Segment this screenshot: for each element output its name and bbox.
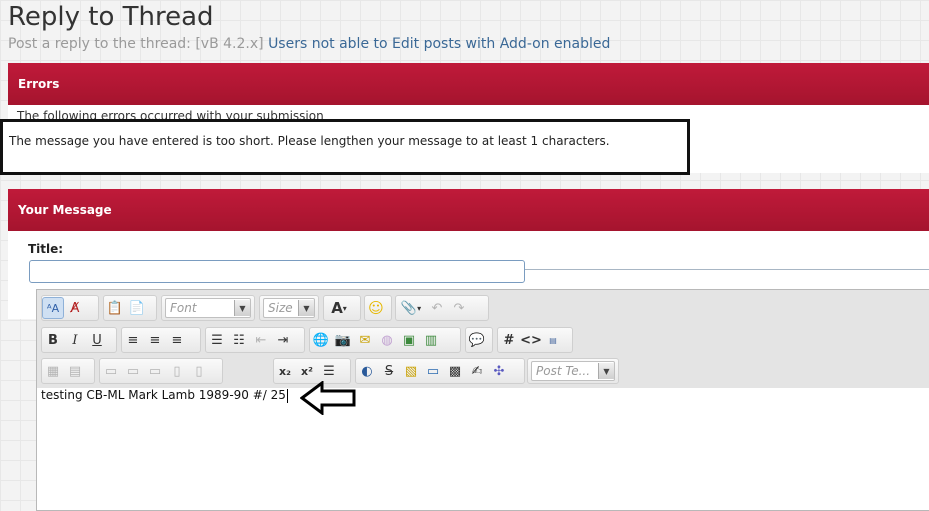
subtitle-prefix: Post a reply to the thread: [vB 4.2.x] xyxy=(8,36,264,52)
toolbar-attach-group: 📎 ▾ ↶ ↷ xyxy=(395,295,489,321)
toolbar-align-group: ≡ ≡ ≡ xyxy=(121,327,201,353)
spoiler-icon[interactable]: ◐ xyxy=(356,360,378,382)
toolbar-table-row-group: ▭ ▭ ▭ ▯ ▯ xyxy=(99,358,223,384)
wysiwyg-mode-icon[interactable]: ᴬA xyxy=(42,297,64,319)
paste-text-icon[interactable]: 📋 xyxy=(104,297,126,319)
message-editor: ᴬA A̸ 📋 📄 Font ▼ Size ▼ A ▾ ☺ 📎 ▾ ↶ ↷ B … xyxy=(36,289,929,511)
tag-icon[interactable]: ✣ xyxy=(488,360,510,382)
post-template-select[interactable]: Post Te... ▼ xyxy=(531,361,615,381)
font-select[interactable]: Font ▼ xyxy=(165,298,251,318)
smiley-icon[interactable]: ☺ xyxy=(365,297,387,319)
error-message-highlight: The message you have entered is too shor… xyxy=(0,119,690,175)
undo-icon[interactable]: ↶ xyxy=(426,297,448,319)
indent-icon[interactable]: ⇥ xyxy=(272,329,294,351)
delete-row-icon[interactable]: ▭ xyxy=(122,360,144,382)
picture-icon[interactable]: ▣ xyxy=(398,329,420,351)
your-message-header: Your Message xyxy=(8,189,929,231)
editor-toolbars: ᴬA A̸ 📋 📄 Font ▼ Size ▼ A ▾ ☺ 📎 ▾ ↶ ↷ B … xyxy=(37,290,929,388)
remove-format-icon[interactable]: A̸ xyxy=(64,297,86,319)
subscript-icon[interactable]: x₂ xyxy=(274,360,296,382)
unlink-icon[interactable]: ◍ xyxy=(376,329,398,351)
title-input[interactable] xyxy=(29,260,525,283)
delete-column-icon[interactable]: ▯ xyxy=(188,360,210,382)
toolbar-table-group: ▦ ▤ xyxy=(41,358,95,384)
note-icon[interactable]: ▧ xyxy=(400,360,422,382)
paste-word-icon[interactable]: 📄 xyxy=(126,297,148,319)
attachment-icon[interactable]: 📎 ▾ xyxy=(396,297,426,319)
left-arrow-annotation-icon xyxy=(300,381,356,415)
code-icon[interactable]: <> xyxy=(520,329,542,351)
post-template-label: Post Te... xyxy=(536,364,591,378)
toolbar-size-group: Size ▼ xyxy=(259,295,319,321)
toolbar-style-group: B I U xyxy=(41,327,117,353)
strikethrough-icon[interactable]: S xyxy=(378,360,400,382)
editor-content-area[interactable]: testing CB-ML Mark Lamb 1989-90 #/ 25 xyxy=(41,388,288,403)
toolbar-clipboard-group: 📋 📄 xyxy=(103,295,157,321)
text-caret xyxy=(286,388,288,403)
chevron-down-icon: ▼ xyxy=(298,300,314,316)
font-select-label: Font xyxy=(170,301,197,315)
text-color-icon[interactable]: A ▾ xyxy=(324,297,354,319)
toolbar-font-group: Font ▼ xyxy=(161,295,255,321)
toolbar-extras-group: ◐ S ▧ ▭ ▩ ✍ ✣ xyxy=(355,358,525,384)
chevron-down-icon: ▼ xyxy=(234,300,250,316)
highlight-table-icon[interactable]: ▩ xyxy=(444,360,466,382)
toolbar-smiley-group: ☺ xyxy=(364,295,392,321)
hash-icon[interactable]: # xyxy=(498,329,520,351)
video-icon[interactable]: ▥ xyxy=(420,329,442,351)
title-divider xyxy=(525,269,929,270)
align-center-icon[interactable]: ≡ xyxy=(144,329,166,351)
errors-header: Errors xyxy=(8,63,929,105)
error-message: The message you have entered is too shor… xyxy=(9,134,610,148)
redo-icon[interactable]: ↷ xyxy=(448,297,470,319)
unordered-list-icon[interactable]: ☷ xyxy=(228,329,250,351)
toolbar-list-group: ☰ ☷ ⇤ ⇥ xyxy=(205,327,305,353)
underline-icon[interactable]: U xyxy=(86,329,108,351)
size-select-label: Size xyxy=(268,301,293,315)
toolbar-template-group: Post Te... ▼ xyxy=(527,358,619,384)
toolbar-code-group: # <> ▤ xyxy=(497,327,573,353)
table-icon[interactable]: ▦ xyxy=(42,360,64,382)
size-select[interactable]: Size ▼ xyxy=(263,298,315,318)
editor-content-text: testing CB-ML Mark Lamb 1989-90 #/ 25 xyxy=(41,388,286,402)
php-icon[interactable]: ▤ xyxy=(542,329,564,351)
italic-icon[interactable]: I xyxy=(64,329,86,351)
merge-cells-icon[interactable]: ▭ xyxy=(144,360,166,382)
toolbar-insert-group: 🌐 📷 ✉ ◍ ▣ ▥ xyxy=(309,327,461,353)
thread-link[interactable]: Users not able to Edit posts with Add-on… xyxy=(268,36,610,52)
quote-icon[interactable]: 💬 xyxy=(466,329,488,351)
insert-row-icon[interactable]: ▭ xyxy=(100,360,122,382)
toolbar-quote-group: 💬 xyxy=(465,327,493,353)
chevron-down-icon: ▼ xyxy=(598,363,614,379)
outdent-icon[interactable]: ⇤ xyxy=(250,329,272,351)
link-icon[interactable]: 🌐 xyxy=(310,329,332,351)
toolbar-mode-group: ᴬA A̸ xyxy=(41,295,99,321)
toolbar-color-group: A ▾ xyxy=(323,295,361,321)
screen-icon[interactable]: ▭ xyxy=(422,360,444,382)
page-title: Reply to Thread xyxy=(8,2,214,32)
email-icon[interactable]: ✉ xyxy=(354,329,376,351)
table-edit-icon[interactable]: ▤ xyxy=(64,360,86,382)
align-left-icon[interactable]: ≡ xyxy=(122,329,144,351)
page-subtitle: Post a reply to the thread: [vB 4.2.x] U… xyxy=(8,36,610,52)
signature-icon[interactable]: ✍ xyxy=(466,360,488,382)
image-icon[interactable]: 📷 xyxy=(332,329,354,351)
superscript-icon[interactable]: x² xyxy=(296,360,318,382)
paragraph-icon[interactable]: ☰ xyxy=(318,360,340,382)
align-right-icon[interactable]: ≡ xyxy=(166,329,188,351)
ordered-list-icon[interactable]: ☰ xyxy=(206,329,228,351)
insert-column-icon[interactable]: ▯ xyxy=(166,360,188,382)
bold-icon[interactable]: B xyxy=(42,329,64,351)
title-label: Title: xyxy=(28,242,64,256)
